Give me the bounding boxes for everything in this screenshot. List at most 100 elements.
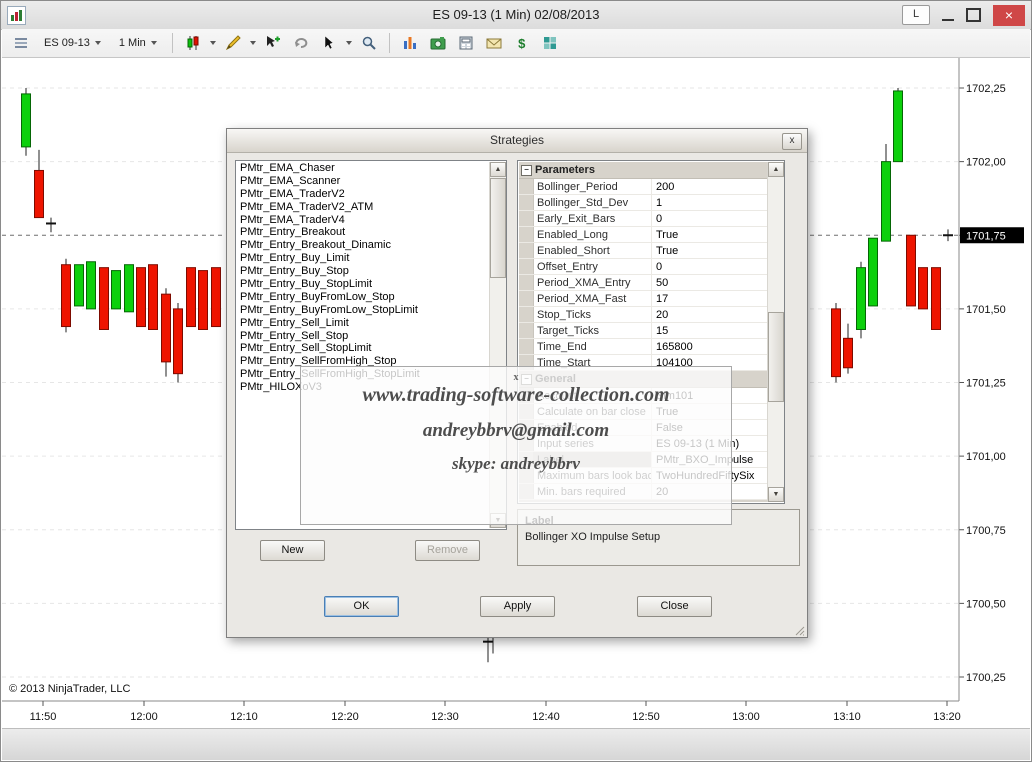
watermark-skype: skype: andreybbrv [301,454,731,474]
svg-text:1701,75: 1701,75 [966,230,1006,242]
collapse-icon[interactable]: − [521,165,532,176]
property-value[interactable]: 50 [652,275,767,290]
dialog-titlebar[interactable]: Strategies x [227,129,807,153]
property-row[interactable]: Early_Exit_Bars0 [519,211,767,227]
property-value[interactable]: 1 [652,195,767,210]
property-section-header[interactable]: −Parameters [519,162,767,179]
mail-icon[interactable] [483,33,505,53]
svg-text:12:00: 12:00 [130,711,158,723]
window-grid-icon[interactable] [539,33,561,53]
snapshot-icon[interactable] [427,33,449,53]
property-row[interactable]: Enabled_ShortTrue [519,243,767,259]
property-name: Enabled_Short [534,243,652,258]
property-name: Bollinger_Std_Dev [534,195,652,210]
property-value[interactable]: 200 [652,179,767,194]
interval-selector[interactable]: 1 Min [113,34,163,52]
property-row[interactable]: Bollinger_Std_Dev1 [519,195,767,211]
maximize-icon[interactable] [966,8,981,22]
property-value[interactable]: True [652,243,767,258]
row-gutter [519,259,534,274]
calculator-grid-icon[interactable] [455,33,477,53]
property-row[interactable]: Time_End165800 [519,339,767,355]
property-row[interactable]: Bollinger_Period200 [519,179,767,195]
svg-text:1701,00: 1701,00 [966,451,1006,463]
strategy-list-item[interactable]: PMtr_Entry_Buy_Limit [237,252,489,265]
chevron-down-icon[interactable] [346,41,352,45]
strategy-list-item[interactable]: PMtr_Entry_Buy_StopLimit [237,278,489,291]
strategy-list-item[interactable]: PMtr_EMA_Scanner [237,175,489,188]
close-window-icon[interactable]: × [993,5,1025,26]
minimize-icon[interactable] [942,9,954,21]
chevron-down-icon [151,41,157,45]
property-value[interactable]: True [652,227,767,242]
property-description-text: Bollinger XO Impulse Setup [525,531,792,543]
scrollbar-thumb[interactable] [490,178,506,278]
instrument-selector[interactable]: ES 09-13 [38,34,107,52]
scroll-up-icon[interactable]: ▲ [490,162,506,177]
property-value[interactable]: 0 [652,211,767,226]
chart-lines-icon[interactable] [10,33,32,53]
property-row[interactable]: Period_XMA_Fast17 [519,291,767,307]
strategy-list-item[interactable]: PMtr_Entry_Sell_Stop [237,330,489,343]
pencil-draw-icon[interactable] [222,33,244,53]
strategy-list-item[interactable]: PMtr_EMA_TraderV2 [237,188,489,201]
zoom-icon[interactable] [358,33,380,53]
new-button[interactable]: New [260,540,325,561]
property-row[interactable]: Enabled_LongTrue [519,227,767,243]
property-row[interactable]: Target_Ticks15 [519,323,767,339]
remove-button[interactable]: Remove [415,540,480,561]
strategy-list-item[interactable]: PMtr_EMA_Chaser [237,162,489,175]
strategy-list-item[interactable]: PMtr_Entry_BuyFromLow_Stop [237,291,489,304]
property-value[interactable]: 20 [652,307,767,322]
strategy-list-item[interactable]: PMtr_Entry_Buy_Stop [237,265,489,278]
chevron-down-icon[interactable] [210,41,216,45]
svg-text:12:10: 12:10 [230,711,258,723]
property-row[interactable]: Period_XMA_Entry50 [519,275,767,291]
row-gutter [519,275,534,290]
dollar-icon[interactable]: $ [511,33,533,53]
resize-grip[interactable] [793,623,805,635]
strategy-list-item[interactable]: PMtr_Entry_Breakout [237,226,489,239]
svg-text:13:10: 13:10 [833,711,861,723]
scrollbar-thumb[interactable] [768,312,784,402]
undo-icon[interactable] [290,33,312,53]
strategy-list-item[interactable]: PMtr_Entry_Sell_Limit [237,317,489,330]
property-name: Target_Ticks [534,323,652,338]
strategy-list-item[interactable]: PMtr_Entry_BuyFromLow_StopLimit [237,304,489,317]
property-row[interactable]: Stop_Ticks20 [519,307,767,323]
scroll-down-icon[interactable]: ▼ [768,487,784,502]
chevron-down-icon[interactable] [250,41,256,45]
strategy-list-item[interactable]: PMtr_EMA_TraderV2_ATM [237,201,489,214]
data-series-icon[interactable] [399,33,421,53]
property-value[interactable]: 0 [652,259,767,274]
svg-text:13:00: 13:00 [732,711,760,723]
property-value[interactable]: 165800 [652,339,767,354]
window-titlebar[interactable]: ES 09-13 (1 Min) 02/08/2013 L × [1,1,1031,30]
property-name: Offset_Entry [534,259,652,274]
svg-text:12:30: 12:30 [431,711,459,723]
dollar-glyph: $ [518,36,525,51]
strategies-dialog: Strategies x PMtr_EMA_ChaserPMtr_EMA_Sca… [226,128,808,638]
strategy-list-item[interactable]: PMtr_Entry_Breakout_Dinamic [237,239,489,252]
cursor-pointer-icon[interactable] [318,33,340,53]
strategy-list-item[interactable]: PMtr_EMA_TraderV4 [237,214,489,227]
link-button[interactable]: L [902,5,930,25]
property-grid-scrollbar[interactable]: ▲ ▼ [767,162,784,502]
property-value[interactable]: 17 [652,291,767,306]
property-name: Bollinger_Period [534,179,652,194]
svg-text:1702,00: 1702,00 [966,157,1006,169]
apply-button[interactable]: Apply [480,596,555,617]
property-row[interactable]: Offset_Entry0 [519,259,767,275]
close-button[interactable]: Close [637,596,712,617]
chart-copyright: © 2013 NinjaTrader, LLC [9,683,130,695]
dialog-close-icon[interactable]: x [782,133,802,150]
watermark-site: www.trading-software-collection.com [301,384,731,407]
ok-button[interactable]: OK [324,596,399,617]
row-gutter [519,307,534,322]
property-value[interactable]: 15 [652,323,767,338]
strategy-list-item[interactable]: PMtr_Entry_Sell_StopLimit [237,342,489,355]
chart-style-icon[interactable] [182,33,204,53]
scroll-up-icon[interactable]: ▲ [768,162,784,177]
dialog-title: Strategies [227,129,807,152]
add-indicator-icon[interactable] [262,33,284,53]
